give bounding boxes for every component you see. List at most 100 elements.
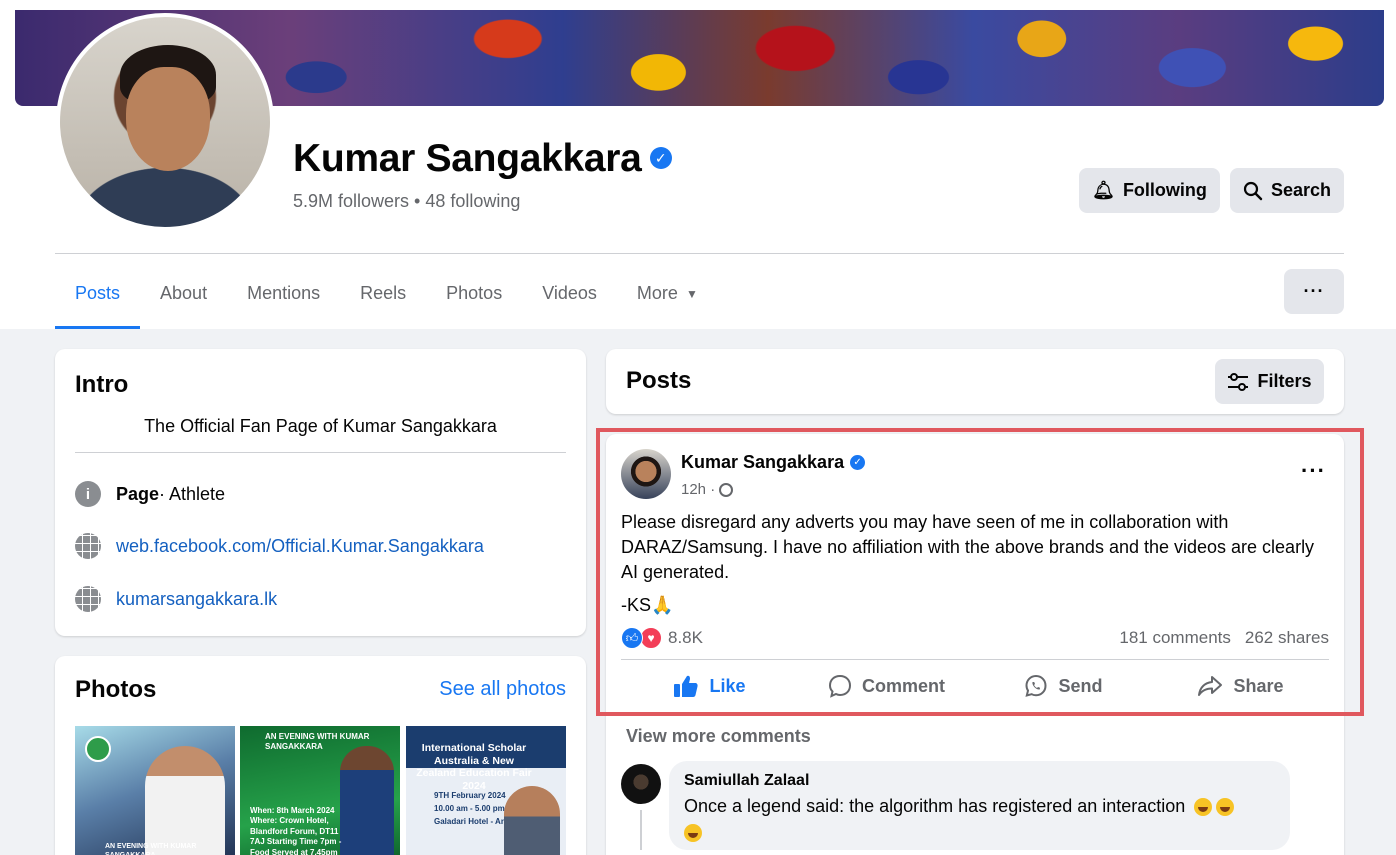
post-actions-bar: Like Comment Send Share — [621, 664, 1329, 708]
photo-caption: AN EVENING WITH KUMAR SANGAKKARA — [105, 843, 197, 855]
facebook-url-link[interactable]: web.facebook.com/Official.Kumar.Sangakka… — [116, 536, 484, 557]
laughing-emoji-icon — [684, 824, 702, 843]
posts-section-title: Posts — [626, 367, 692, 394]
followers-count[interactable]: 5.9M followers • 48 following — [293, 191, 520, 212]
cricketer-figure — [145, 746, 225, 855]
share-arrow-icon — [1198, 676, 1223, 696]
comments-count[interactable]: 181 comments — [1119, 628, 1231, 647]
tab-about[interactable]: About — [140, 270, 227, 329]
website-link[interactable]: kumarsangakkara.lk — [116, 589, 277, 610]
tab-mentions-label: Mentions — [247, 283, 321, 303]
see-all-photos-link[interactable]: See all photos — [439, 678, 566, 701]
filters-button[interactable]: Filters — [1215, 359, 1324, 404]
whatsapp-icon — [1025, 674, 1047, 697]
comment-button[interactable]: Comment — [798, 664, 975, 708]
tab-posts-label: Posts — [75, 283, 121, 303]
profile-more-options-button[interactable]: ··· — [1284, 269, 1344, 314]
page-label: Page — [116, 483, 160, 504]
globe-icon — [75, 533, 101, 559]
page-category: · Athlete — [159, 483, 226, 504]
profile-picture[interactable] — [56, 13, 274, 231]
tab-photos-label: Photos — [446, 283, 503, 303]
club-logo-icon — [85, 736, 111, 762]
intro-page-category: i Page · Athlete — [75, 481, 225, 507]
following-button[interactable]: 🔔︎ Following — [1079, 168, 1220, 213]
tab-more-label: More — [636, 283, 678, 303]
engagement-counts: 181 comments 262 shares — [1119, 628, 1329, 648]
thumbs-up-icon — [674, 675, 699, 697]
public-globe-icon — [719, 482, 734, 497]
info-icon: i — [75, 481, 101, 507]
filters-icon — [1228, 372, 1249, 391]
profile-tabs: Posts About Mentions Reels Photos Videos… — [55, 270, 718, 329]
comment-thread-line — [640, 810, 642, 850]
tab-videos-label: Videos — [542, 283, 597, 303]
share-button[interactable]: Share — [1152, 664, 1329, 708]
photo-thumbnail[interactable]: AN EVENING WITH KUMAR SANGAKKARA — [75, 726, 235, 855]
post-author-row: Kumar Sangakkara ✓ — [681, 452, 866, 473]
reactions-count: 8.8K — [668, 628, 703, 647]
intro-website-fb: web.facebook.com/Official.Kumar.Sangakka… — [75, 533, 484, 559]
profile-name: Kumar Sangakkara — [293, 137, 642, 180]
actions-divider — [621, 659, 1329, 660]
tab-reels[interactable]: Reels — [340, 270, 426, 329]
post-card: Kumar Sangakkara ✓ 12h · ··· Please disre… — [606, 434, 1344, 855]
comment-text-row: Once a legend said: the algorithm has re… — [684, 793, 1274, 845]
photos-card: Photos See all photos AN EVENING WITH KU… — [55, 656, 586, 855]
photo-event-details: When: 8th March 2024 Where: Crown Hotel,… — [250, 806, 342, 855]
tab-more[interactable]: More ▼ — [617, 270, 718, 329]
commenter-avatar[interactable] — [621, 764, 661, 804]
comment-bubble-icon — [828, 674, 851, 698]
header-divider — [55, 253, 1344, 254]
tab-posts[interactable]: Posts — [55, 270, 141, 329]
verified-badge-icon: ✓ — [850, 454, 866, 470]
photos-title: Photos — [75, 676, 157, 703]
post-timestamp[interactable]: 12h · — [681, 481, 715, 498]
tab-videos[interactable]: Videos — [522, 270, 617, 329]
intro-bio: The Official Fan Page of Kumar Sangakkar… — [144, 416, 497, 436]
following-button-label: Following — [1122, 180, 1207, 200]
globe-icon — [75, 586, 101, 612]
search-icon — [1243, 181, 1263, 200]
profile-name-row: Kumar Sangakkara ✓ — [293, 137, 672, 181]
photo-thumbnail[interactable]: AN EVENING WITH KUMAR SANGAKKARA When: 8… — [240, 726, 400, 855]
photo-thumbnail[interactable]: International Scholar Australia & New Ze… — [406, 726, 566, 855]
like-reaction-icon: 👍︎ — [621, 627, 643, 649]
laughing-emoji-icon — [1194, 798, 1213, 817]
intro-website: kumarsangakkara.lk — [75, 586, 277, 612]
bell-icon: 🔔︎ — [1092, 180, 1115, 200]
post-author-name[interactable]: Kumar Sangakkara — [681, 452, 844, 472]
post-text: Please disregard any adverts you may hav… — [621, 512, 1315, 582]
like-button[interactable]: Like — [621, 664, 798, 708]
photo-caption: International Scholar Australia & New Ze… — [416, 742, 532, 792]
search-button-label: Search — [1270, 180, 1332, 200]
person-figure — [504, 786, 560, 855]
tab-photos[interactable]: Photos — [426, 270, 522, 329]
comment-text: Once a legend said: the algorithm has re… — [684, 796, 1186, 816]
view-more-comments-link[interactable]: View more comments — [626, 726, 811, 747]
reactions-summary[interactable]: 👍︎ ♥ 8.8K — [621, 627, 703, 649]
tab-mentions[interactable]: Mentions — [227, 270, 340, 329]
post-meta: 12h · — [681, 481, 734, 498]
commenter-name[interactable]: Samiullah Zalaal — [684, 772, 809, 790]
post-options-button[interactable]: ··· — [1301, 458, 1326, 484]
comment-label: Comment — [861, 675, 945, 696]
comment-bubble: Samiullah Zalaal Once a legend said: the… — [669, 761, 1290, 850]
send-label: Send — [1058, 675, 1103, 696]
shares-count[interactable]: 262 shares — [1245, 628, 1329, 647]
search-button[interactable]: Search — [1230, 168, 1344, 213]
share-label: Share — [1233, 675, 1284, 696]
post-author-avatar[interactable] — [621, 449, 671, 499]
posts-header-card: Posts Filters — [606, 349, 1344, 414]
caret-down-icon: ▼ — [685, 287, 698, 301]
tab-reels-label: Reels — [360, 283, 407, 303]
send-button[interactable]: Send — [975, 664, 1152, 708]
intro-title: Intro — [75, 371, 129, 398]
like-label: Like — [709, 675, 746, 696]
verified-badge-icon: ✓ — [649, 146, 672, 169]
laughing-emoji-icon — [1216, 798, 1235, 817]
avatar-face — [126, 67, 210, 171]
intro-divider — [75, 452, 566, 453]
tab-about-label: About — [160, 283, 208, 303]
post-signature: -KS🙏 — [621, 595, 674, 615]
